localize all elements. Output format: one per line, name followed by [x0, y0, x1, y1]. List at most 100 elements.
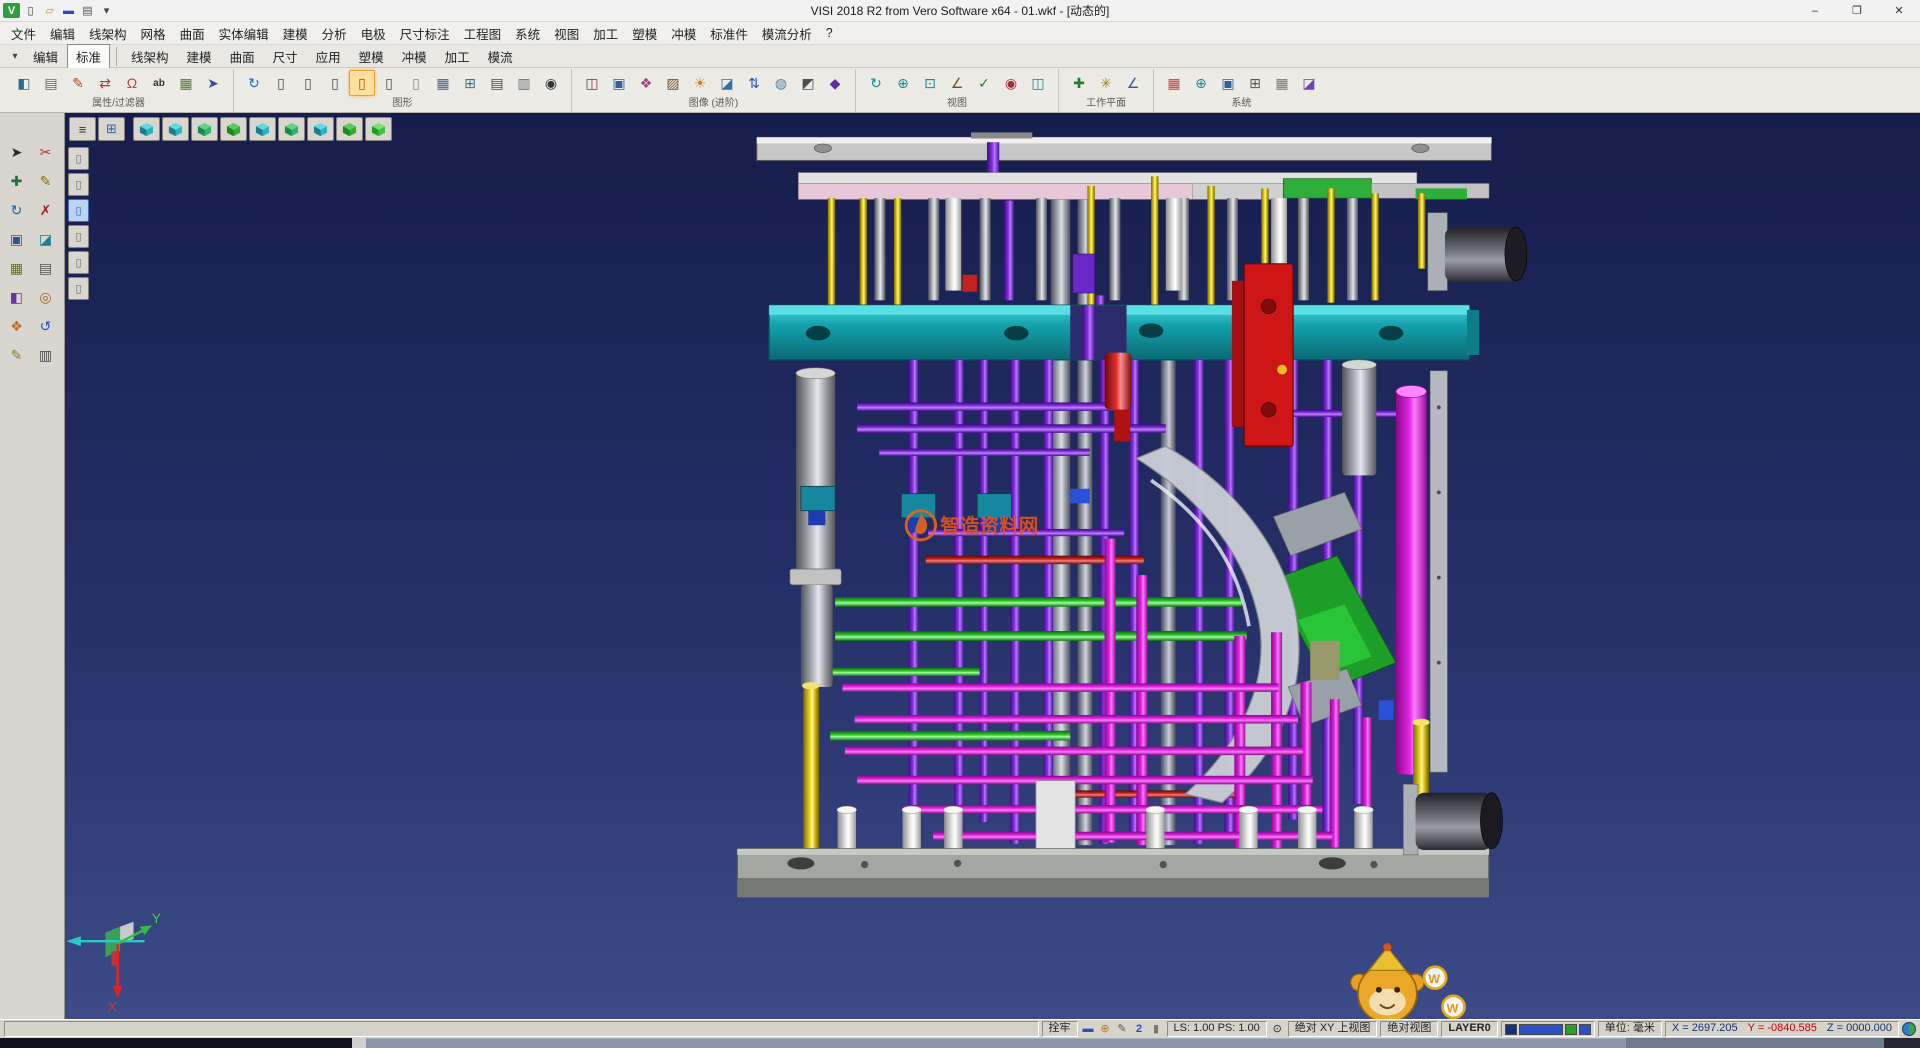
menu-item[interactable]: 冲模	[664, 22, 703, 45]
save-icon[interactable]: ▬	[60, 3, 77, 18]
highlight-color-swatch[interactable]	[1579, 1024, 1591, 1035]
menu-item[interactable]: 曲面	[173, 22, 212, 45]
grid-view-icon[interactable]: ▦	[430, 70, 456, 96]
render-icon[interactable]: ▣	[606, 70, 632, 96]
text-filter-icon[interactable]: ab	[146, 70, 172, 96]
active-layer-readout[interactable]: LAYER0	[1441, 1021, 1497, 1037]
workplane-entity-icon[interactable]: ∠	[1120, 70, 1146, 96]
background-icon[interactable]: ◪	[714, 70, 740, 96]
transparency-icon[interactable]: ◍	[768, 70, 794, 96]
world-status-icon[interactable]	[1902, 1022, 1916, 1036]
workplane-standard-icon[interactable]: ✚	[1066, 70, 1092, 96]
menu-item[interactable]: 文件	[4, 22, 43, 45]
calculator-icon[interactable]: ⊞	[1242, 70, 1268, 96]
selection-filter-icon[interactable]: ➤	[200, 70, 226, 96]
world-settings-icon[interactable]: ⊕	[1188, 70, 1214, 96]
filter-surfaces-icon[interactable]: ▯	[68, 199, 89, 222]
palette-icon[interactable]: ❖	[3, 313, 30, 339]
shadows-icon[interactable]: ◩	[795, 70, 821, 96]
paint-icon[interactable]: ✎	[1115, 1022, 1130, 1037]
attributes-icon[interactable]: ▤	[38, 70, 64, 96]
layer-color-swatch[interactable]	[1505, 1024, 1517, 1035]
menu-item[interactable]: 网格	[134, 22, 173, 45]
edit-attributes-icon[interactable]: ✎	[65, 70, 91, 96]
zoom-window-icon[interactable]: ⊡	[917, 70, 943, 96]
filter-dimensions-icon[interactable]: ▯	[68, 251, 89, 274]
quick-access-dropdown-icon[interactable]: ▾	[98, 3, 115, 18]
undo-icon[interactable]: ↺	[32, 313, 59, 339]
tile-views-icon[interactable]: ▤	[484, 70, 510, 96]
menu-item[interactable]: ?	[819, 24, 840, 42]
ribbon-tab[interactable]: 塑模	[350, 44, 393, 69]
shaded-view-icon[interactable]: ▯	[349, 70, 375, 96]
taskbar-app-icon[interactable]	[352, 1039, 366, 1047]
snapshot-icon[interactable]: ◉	[538, 70, 564, 96]
menu-item[interactable]: 加工	[586, 22, 625, 45]
sort-faces-icon[interactable]: ⇅	[741, 70, 767, 96]
grid-settings-icon[interactable]: ▦	[1269, 70, 1295, 96]
section-icon[interactable]: ◫	[1025, 70, 1051, 96]
layers-icon[interactable]: ▤	[32, 255, 59, 281]
plane-display-icon[interactable]: ◪	[1296, 70, 1322, 96]
close-button[interactable]: ✕	[1878, 0, 1920, 21]
ribbon-tab[interactable]: 编辑	[24, 44, 67, 69]
viewport-3d-scene[interactable]: 智造资料网 X Y	[65, 113, 1920, 1019]
ribbon-tab[interactable]: 应用	[307, 44, 350, 69]
filter-all-icon[interactable]: ▯	[68, 277, 89, 300]
four-viewports-icon[interactable]: ▯	[322, 70, 348, 96]
workplane-dynamic-icon[interactable]: ✳	[1093, 70, 1119, 96]
wireframe-view-icon[interactable]: ▯	[376, 70, 402, 96]
view-axonometric-icon[interactable]	[336, 117, 363, 141]
move-icon[interactable]: ✚	[3, 168, 30, 194]
layer-color-bar[interactable]	[1519, 1024, 1563, 1035]
trim-icon[interactable]: ✂	[32, 139, 59, 165]
ribbon-tab[interactable]: 标准	[67, 44, 110, 69]
ribbon-tab[interactable]: 冲模	[393, 44, 436, 69]
preferences-icon[interactable]: ▣	[1215, 70, 1241, 96]
annotate-icon[interactable]: ✎	[3, 342, 30, 368]
sketch-icon[interactable]: ✎	[32, 168, 59, 194]
session-save-icon[interactable]: ▬	[1081, 1022, 1096, 1037]
menu-item[interactable]: 视图	[547, 22, 586, 45]
workplane-icon[interactable]: ◧	[3, 284, 30, 310]
ribbon-tab[interactable]: 建模	[178, 44, 221, 69]
menu-item[interactable]: 实体编辑	[212, 22, 276, 45]
advanced-shading-icon[interactable]: ◆	[822, 70, 848, 96]
ribbon-tab[interactable]: 加工	[436, 44, 479, 69]
zoom-indicator-icon[interactable]: ⊙	[1270, 1022, 1285, 1037]
menu-item[interactable]: 塑模	[625, 22, 664, 45]
view-dynamic-icon[interactable]	[365, 117, 392, 141]
properties-icon[interactable]: ◧	[11, 70, 37, 96]
menu-item[interactable]: 编辑	[43, 22, 82, 45]
menu-item[interactable]: 电极	[354, 22, 393, 45]
color-table-icon[interactable]: ▦	[1161, 70, 1187, 96]
visi-logo[interactable]: V	[3, 3, 20, 18]
solid-icon[interactable]: ▣	[3, 226, 30, 252]
rotate-icon[interactable]: ↻	[3, 197, 30, 223]
viewport-3d[interactable]: 智造资料网 X Y	[65, 113, 1920, 1019]
verify-icon[interactable]: ✓	[971, 70, 997, 96]
view-orientation-readout[interactable]: 绝对 XY 上视图	[1288, 1021, 1378, 1037]
lock-status[interactable]: 拴牢	[1042, 1021, 1078, 1037]
menu-item[interactable]: 线架构	[82, 22, 134, 45]
view-right-icon[interactable]	[249, 117, 276, 141]
select-icon[interactable]: ➤	[3, 139, 30, 165]
redraw-icon[interactable]: ↻	[241, 70, 267, 96]
ribbon-tab[interactable]: 模流	[479, 44, 522, 69]
open-file-icon[interactable]: ▱	[41, 3, 58, 18]
view-window-icon[interactable]: ⊞	[98, 117, 125, 141]
restore-button[interactable]: ❐	[1836, 0, 1878, 21]
ribbon-tab[interactable]: 尺寸	[264, 44, 307, 69]
swap-attributes-icon[interactable]: ⇄	[92, 70, 118, 96]
menu-item[interactable]: 建模	[276, 22, 315, 45]
magnet-filter-icon[interactable]: Ω	[119, 70, 145, 96]
stereo-view-icon[interactable]: ◫	[579, 70, 605, 96]
new-document-icon[interactable]: ▯	[22, 3, 39, 18]
surface-icon[interactable]: ◪	[32, 226, 59, 252]
lighting-icon[interactable]: ☀	[687, 70, 713, 96]
filter-solids-icon[interactable]: ▯	[68, 225, 89, 248]
minimize-button[interactable]: –	[1794, 0, 1836, 21]
compass-icon[interactable]: ⊕	[1098, 1022, 1113, 1037]
view-list-icon[interactable]: ≡	[69, 117, 96, 141]
counter-badge[interactable]: 2	[1132, 1022, 1147, 1037]
